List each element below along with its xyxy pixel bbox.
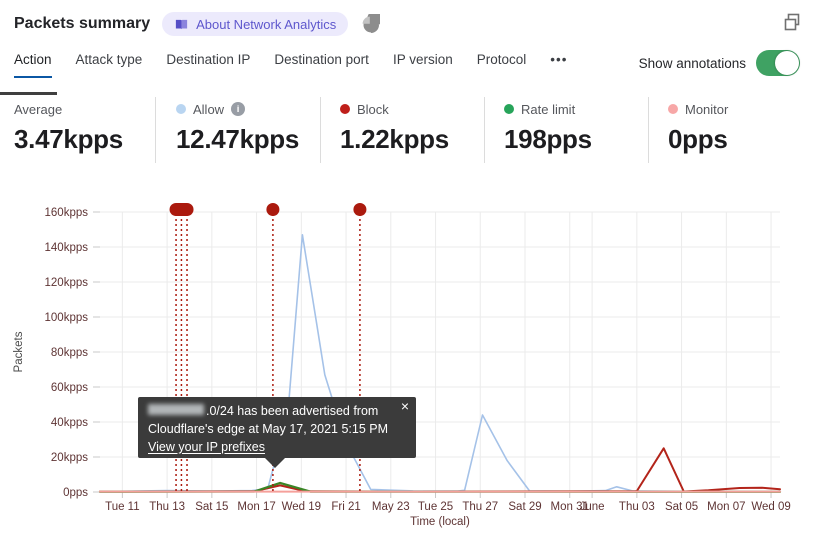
x-tick-label: May 23 <box>372 501 410 513</box>
stat-monitor-value: 0pps <box>668 124 728 154</box>
toggle-knob <box>775 51 799 75</box>
x-tick-label: Wed 09 <box>751 501 790 513</box>
monitor-dot-icon <box>668 104 678 114</box>
y-tick-label: 160kpps <box>45 207 89 219</box>
x-tick-label: June <box>580 501 605 513</box>
chart-grid: 0pps 20kpps 40kpps 60kpps 80kpps 100kpps 120kp… <box>45 207 791 513</box>
show-annotations-label: Show annotations <box>638 55 746 71</box>
stat-monitor[interactable]: Monitor 0pps <box>668 100 728 155</box>
y-tick-label: 60kpps <box>51 382 88 394</box>
y-tick-label: 80kpps <box>51 347 88 359</box>
y-axis-title: Packets <box>13 331 25 372</box>
stat-average-label: Average <box>14 101 63 117</box>
tab-destination-port[interactable]: Destination port <box>274 52 369 78</box>
block-dot-icon <box>340 104 350 114</box>
selected-stat-indicator <box>0 92 57 95</box>
pie-chart-icon[interactable] <box>360 14 381 34</box>
stat-allow-value: 12.47kpps <box>176 124 300 154</box>
x-tick-label: Mon 17 <box>237 501 275 513</box>
show-annotations-toggle[interactable] <box>756 50 800 76</box>
y-tick-label: 140kpps <box>45 242 89 254</box>
x-tick-label: Mon 07 <box>707 501 745 513</box>
x-tick-label: Tue 11 <box>105 501 140 513</box>
stat-block[interactable]: Block 1.22kpps <box>340 100 449 155</box>
info-icon[interactable]: i <box>231 102 246 116</box>
x-tick-label: Fri 21 <box>331 501 360 513</box>
x-tick-label: Tue 25 <box>418 501 453 513</box>
stat-divider <box>320 97 321 163</box>
x-tick-label: Thu 13 <box>149 501 185 513</box>
tabs-more-button[interactable]: ••• <box>550 52 567 78</box>
tooltip-close-icon[interactable]: × <box>401 399 409 413</box>
y-tick-label: 20kpps <box>51 452 88 464</box>
x-tick-label: Thu 27 <box>462 501 498 513</box>
tooltip-caret <box>264 457 286 468</box>
stat-divider <box>648 97 649 163</box>
stat-rate-limit[interactable]: Rate limit 198pps <box>504 100 592 155</box>
view-ip-prefixes-link[interactable]: View your IP prefixes <box>148 440 265 454</box>
redacted-ip-prefix <box>148 404 204 415</box>
about-badge-label: About Network Analytics <box>196 16 337 32</box>
show-annotations-row: Show annotations <box>639 50 800 76</box>
annotation-marker[interactable] <box>266 203 280 216</box>
x-tick-label: Sat 05 <box>665 501 698 513</box>
y-tick-label: 100kpps <box>45 312 89 324</box>
stat-monitor-label: Monitor <box>685 101 729 117</box>
rate-limit-dot-icon <box>504 104 514 114</box>
header: Packets summary About Network Analytics <box>14 10 381 38</box>
stat-divider <box>155 97 156 163</box>
tab-attack-type[interactable]: Attack type <box>76 52 143 78</box>
stat-rate-limit-label: Rate limit <box>521 101 576 117</box>
x-axis-title: Time (local) <box>410 516 470 528</box>
tab-destination-ip[interactable]: Destination IP <box>166 52 250 78</box>
tab-protocol[interactable]: Protocol <box>477 52 527 78</box>
annotation-marker[interactable] <box>353 203 367 216</box>
stat-divider <box>484 97 485 163</box>
stat-allow[interactable]: Allow i 12.47kpps <box>176 100 299 155</box>
x-tick-label: Thu 03 <box>619 501 655 513</box>
y-tick-label: 120kpps <box>45 277 89 289</box>
stat-allow-label: Allow <box>193 101 225 117</box>
y-tick-label: 40kpps <box>51 417 88 429</box>
popout-icon[interactable] <box>782 12 802 32</box>
dimension-tabs: Action Attack type Destination IP Destin… <box>14 52 567 78</box>
allow-dot-icon <box>176 104 186 114</box>
x-tick-label: Sat 29 <box>508 501 541 513</box>
tooltip-line2: Cloudflare's edge at May 17, 2021 5:15 P… <box>148 421 389 436</box>
packets-summary-panel: Packets summary About Network Analytics … <box>0 0 816 545</box>
annotation-cluster-marker[interactable] <box>169 203 194 216</box>
tab-ip-version[interactable]: IP version <box>393 52 453 78</box>
stat-average[interactable]: Average 3.47kpps <box>14 100 123 155</box>
stat-block-value: 1.22kpps <box>340 124 449 154</box>
x-tick-label: Wed 19 <box>282 501 321 513</box>
about-network-analytics-badge[interactable]: About Network Analytics <box>162 12 349 36</box>
stat-rate-limit-value: 198pps <box>504 124 592 154</box>
y-tick-label: 0pps <box>63 487 88 499</box>
book-icon <box>175 19 188 29</box>
stat-average-value: 3.47kpps <box>14 124 123 154</box>
annotation-tooltip: .0/24 has been advertised from Cloudflar… <box>138 397 416 468</box>
page-title: Packets summary <box>14 15 151 32</box>
tooltip-line1: .0/24 has been advertised from <box>148 403 406 421</box>
tab-action[interactable]: Action <box>14 52 52 78</box>
stat-block-label: Block <box>357 101 389 117</box>
packets-line-chart: 0pps 20kpps 40kpps 60kpps 80kpps 100kpps 120kp… <box>13 203 791 528</box>
x-tick-label: Sat 15 <box>195 501 228 513</box>
